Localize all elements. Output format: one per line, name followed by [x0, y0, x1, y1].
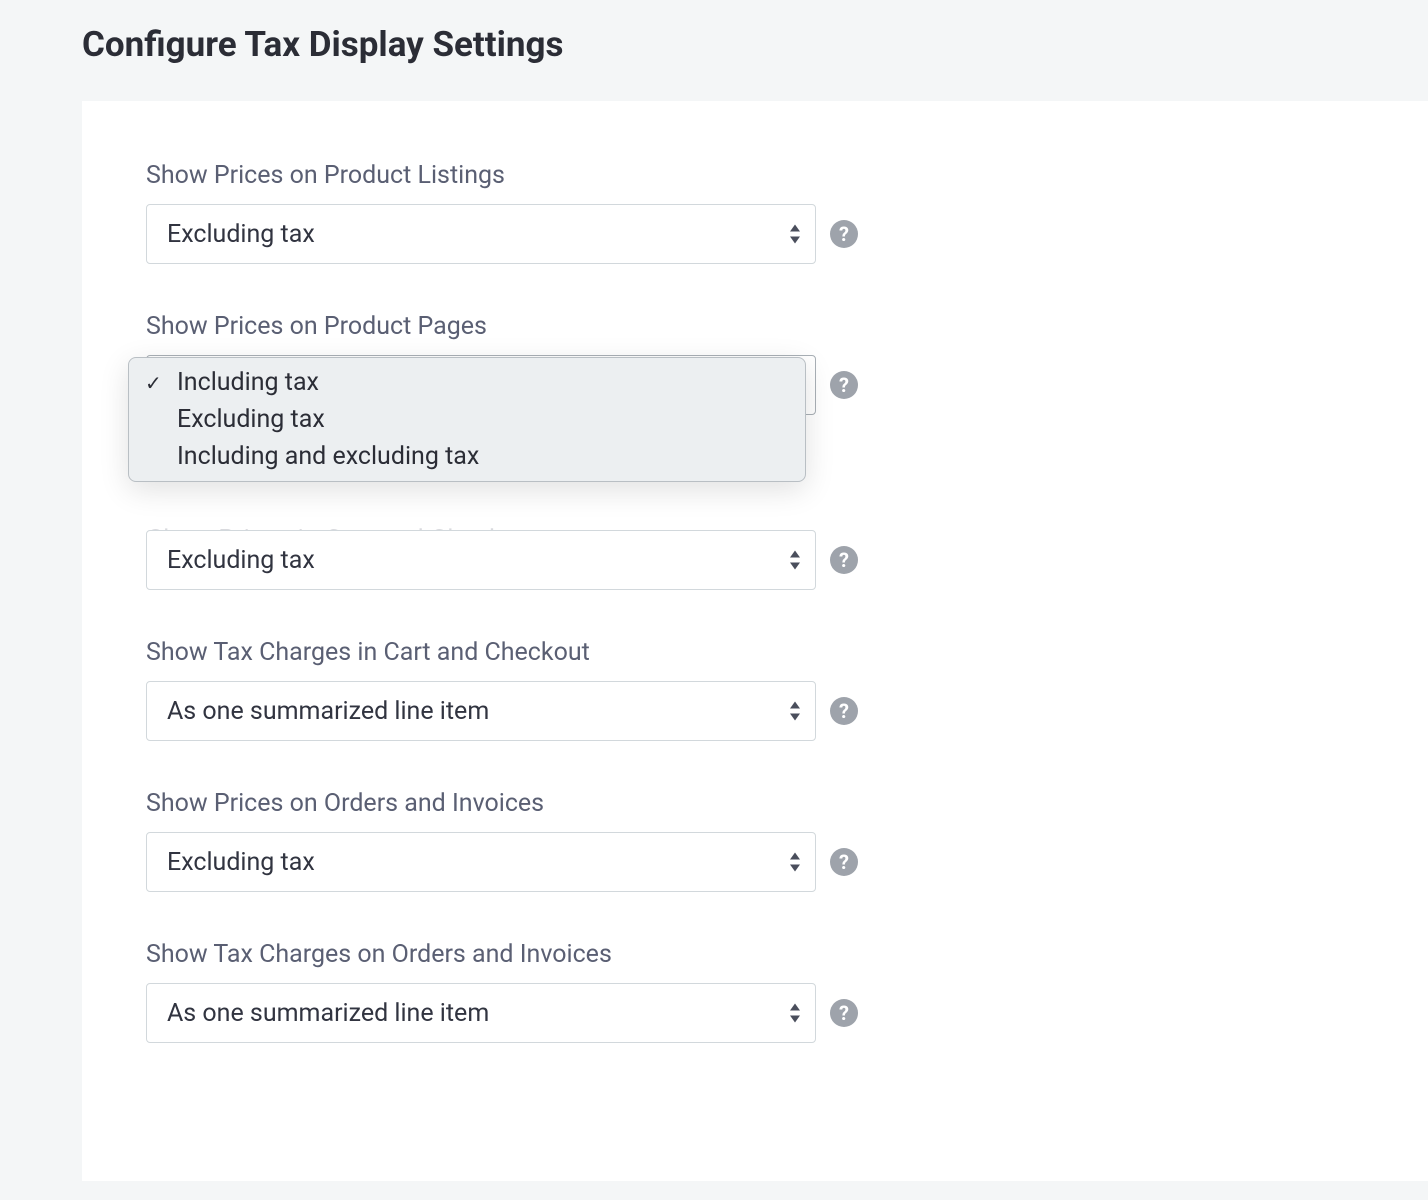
field-orders-invoices-prices: Show Prices on Orders and Invoices Exclu… [146, 789, 1428, 892]
field-label: Show Tax Charges on Orders and Invoices [146, 940, 1428, 969]
select-value: Excluding tax [167, 848, 315, 877]
cart-checkout-prices-select[interactable]: Excluding tax [146, 530, 816, 590]
select-value: As one summarized line item [167, 697, 489, 726]
field-product-pages: Show Prices on Product Pages Including t… [146, 312, 1428, 554]
field-cart-checkout-tax: Show Tax Charges in Cart and Checkout As… [146, 638, 1428, 741]
help-icon[interactable]: ? [830, 848, 858, 876]
option-label: Including tax [177, 368, 319, 397]
help-icon[interactable]: ? [830, 999, 858, 1027]
help-icon[interactable]: ? [830, 220, 858, 248]
dropdown-option-both[interactable]: Including and excluding tax [129, 438, 805, 475]
stepper-icon [789, 853, 801, 872]
orders-invoices-prices-select[interactable]: Excluding tax [146, 832, 816, 892]
stepper-icon [789, 225, 801, 244]
field-product-listings: Show Prices on Product Listings Excludin… [146, 161, 1428, 264]
field-label: Show Prices on Orders and Invoices [146, 789, 1428, 818]
page-title: Configure Tax Display Settings [0, 0, 1428, 65]
stepper-icon [789, 551, 801, 570]
cart-checkout-tax-select[interactable]: As one summarized line item [146, 681, 816, 741]
select-value: As one summarized line item [167, 999, 489, 1028]
help-icon[interactable]: ? [830, 697, 858, 725]
field-orders-invoices-tax: Show Tax Charges on Orders and Invoices … [146, 940, 1428, 1043]
help-icon[interactable]: ? [830, 371, 858, 399]
option-label: Including and excluding tax [177, 442, 479, 471]
product-listings-select[interactable]: Excluding tax [146, 204, 816, 264]
help-icon[interactable]: ? [830, 546, 858, 574]
stepper-icon [789, 1004, 801, 1023]
dropdown-option-excluding-tax[interactable]: Excluding tax [129, 401, 805, 438]
field-label: Show Prices on Product Listings [146, 161, 1428, 190]
field-label: Show Tax Charges in Cart and Checkout [146, 638, 1428, 667]
field-label: Show Prices on Product Pages [146, 312, 1428, 341]
stepper-icon [789, 702, 801, 721]
settings-panel: Show Prices on Product Listings Excludin… [82, 101, 1428, 1181]
product-pages-dropdown: ✓ Including tax Excluding tax Including … [128, 357, 806, 482]
option-label: Excluding tax [177, 405, 325, 434]
select-value: Excluding tax [167, 546, 315, 575]
orders-invoices-tax-select[interactable]: As one summarized line item [146, 983, 816, 1043]
field-cart-checkout-prices: Excluding tax ? [146, 530, 1428, 590]
checkmark-icon: ✓ [145, 371, 165, 395]
select-value: Excluding tax [167, 220, 315, 249]
dropdown-option-including-tax[interactable]: ✓ Including tax [129, 364, 805, 401]
